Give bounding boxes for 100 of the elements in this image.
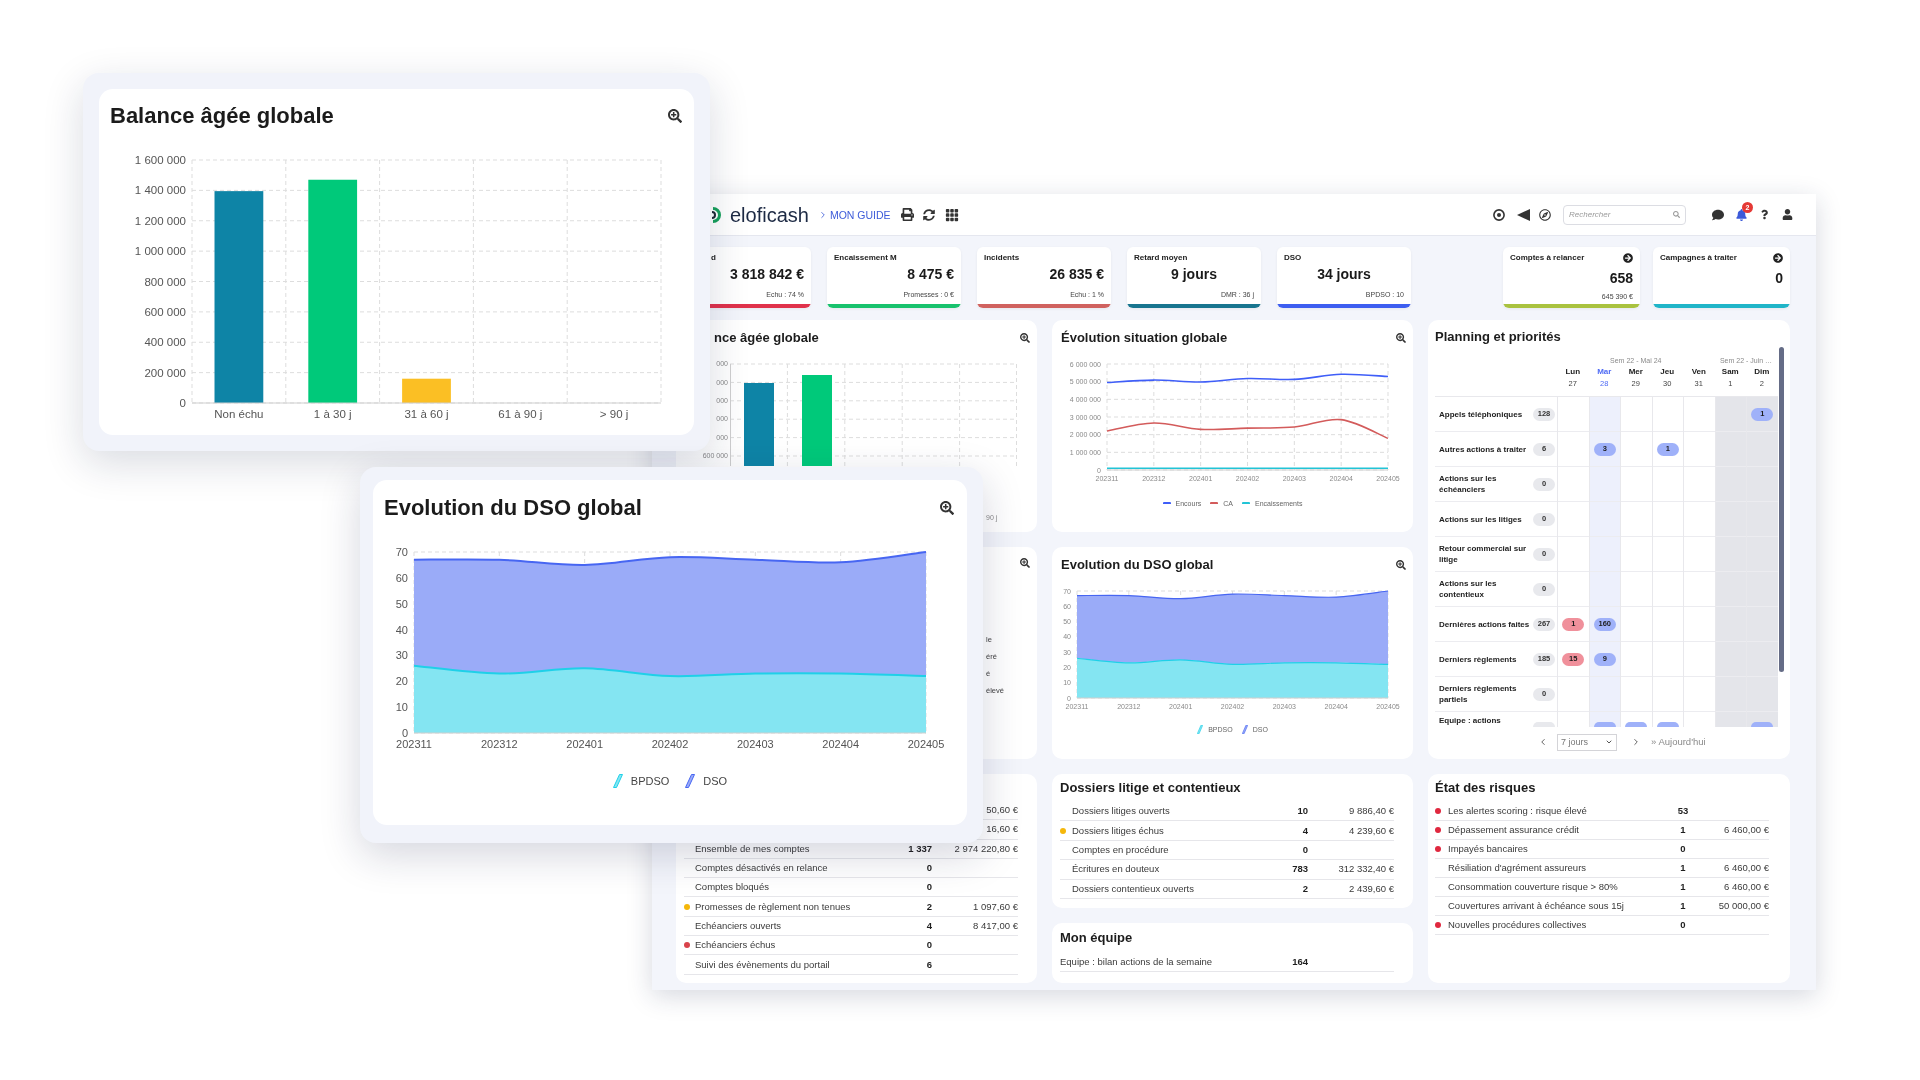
guide-link[interactable]: MON GUIDE bbox=[817, 208, 891, 221]
card-title: nce âgée globale bbox=[714, 329, 819, 348]
chevron-down-icon bbox=[1605, 738, 1613, 746]
kpi-value: 0 bbox=[1775, 269, 1783, 287]
row-label: Equipe : actions bbox=[1439, 715, 1501, 726]
axis-tick-label: 20 bbox=[395, 675, 408, 688]
axis-tick-label: 600 000 bbox=[144, 305, 186, 318]
row-label: Dossiers litiges échus bbox=[1072, 824, 1164, 837]
day-name: Ven bbox=[1691, 366, 1706, 378]
print-icon[interactable] bbox=[900, 208, 914, 221]
period-select[interactable]: 7 jours bbox=[1557, 733, 1617, 751]
axis-tick-label: 31 à 60 j bbox=[404, 408, 449, 421]
row-count: 2 bbox=[926, 900, 932, 913]
row-count: 0 bbox=[926, 862, 932, 875]
axis-tick-label: 202405 bbox=[907, 738, 945, 751]
grid-icon[interactable] bbox=[944, 207, 959, 222]
row-count: 164 bbox=[1292, 956, 1308, 969]
line-swatch-icon bbox=[1241, 501, 1250, 505]
legend-label: DSO bbox=[703, 774, 728, 788]
row-amount: 6 460,00 € bbox=[1724, 862, 1769, 874]
day-name: Mar bbox=[1597, 366, 1612, 378]
user-icon[interactable] bbox=[1782, 209, 1793, 220]
chat-icon[interactable] bbox=[1712, 208, 1724, 221]
row-amount: 1 097,60 € bbox=[973, 900, 1018, 913]
axis-tick-label: 40 bbox=[395, 623, 408, 636]
logo-text: eloficash bbox=[730, 202, 809, 227]
row-label: Actions sur les échéanciers bbox=[1439, 473, 1498, 495]
today-link[interactable]: » Aujourd'hui bbox=[1651, 736, 1706, 748]
row-label: Consommation couverture risque > 80% bbox=[1448, 881, 1618, 893]
row-label: Suivi des évènements du portail bbox=[695, 958, 830, 971]
legend-label: BPDSO bbox=[630, 774, 670, 788]
row-label: Dossiers litiges ouverts bbox=[1072, 805, 1170, 818]
day-name: Dim bbox=[1754, 366, 1770, 378]
zoom-in-icon[interactable] bbox=[1020, 558, 1030, 568]
target-icon[interactable] bbox=[1493, 208, 1505, 221]
compass-icon[interactable] bbox=[1539, 208, 1551, 221]
arrow-right-icon[interactable] bbox=[1623, 253, 1633, 263]
search-field[interactable]: Rechercher bbox=[1563, 204, 1686, 225]
row-count: 2 bbox=[1302, 882, 1308, 895]
row-label: Couvertures arrivant à échéance sous 15j bbox=[1448, 900, 1624, 912]
search-icon[interactable] bbox=[1673, 211, 1680, 218]
row-label: Comptes désactivés en relance bbox=[695, 862, 828, 875]
row-label: Retour commercial sur litige bbox=[1439, 543, 1528, 565]
previous-icon[interactable] bbox=[1538, 737, 1548, 747]
row-label: Dernières actions faites bbox=[1439, 618, 1530, 630]
scrollbar[interactable] bbox=[1778, 347, 1784, 672]
row-count: 4 bbox=[926, 919, 932, 932]
slanted-swatch-icon bbox=[1197, 724, 1204, 734]
bell-icon[interactable] bbox=[1736, 208, 1747, 221]
kpi-label: Comptes à relancer bbox=[1510, 253, 1585, 263]
axis-tick-label: > 90 j bbox=[599, 408, 629, 421]
bar bbox=[402, 378, 451, 403]
refresh-icon[interactable] bbox=[922, 208, 935, 221]
help-icon[interactable] bbox=[1761, 209, 1768, 220]
kpi-value: 658 bbox=[1609, 269, 1633, 287]
line-swatch-icon bbox=[1162, 501, 1171, 505]
next-icon[interactable] bbox=[1631, 737, 1641, 747]
arrow-right-icon[interactable] bbox=[1773, 253, 1783, 263]
row-amount: 50 000,00 € bbox=[1718, 900, 1769, 912]
zoom-in-icon[interactable] bbox=[668, 109, 682, 123]
row-amount: 9 886,40 € bbox=[1349, 805, 1394, 818]
axis-tick-label: 50 bbox=[395, 597, 408, 610]
kpi-value: 9 jours bbox=[1171, 265, 1217, 283]
row-label: Comptes en procédure bbox=[1072, 843, 1169, 856]
kpi-label: DSO bbox=[1284, 253, 1302, 263]
row-label: Dossiers contentieux ouverts bbox=[1072, 882, 1194, 895]
kpi-label: d bbox=[711, 253, 716, 263]
row-label: Echéanciers échus bbox=[695, 939, 776, 952]
row-label: Résiliation d'agrément assureurs bbox=[1448, 862, 1587, 874]
card-title: Planning et priorités bbox=[1435, 328, 1561, 347]
zoom-in-icon[interactable] bbox=[1020, 333, 1030, 343]
left-triangle-icon[interactable] bbox=[1517, 208, 1530, 221]
card-title: Balance âgée globale bbox=[110, 103, 334, 129]
axis-tick-label: 202402 bbox=[651, 738, 689, 751]
zoom-in-icon[interactable] bbox=[1396, 333, 1406, 343]
row-count: 783 bbox=[1292, 863, 1308, 876]
zoom-in-icon[interactable] bbox=[940, 501, 954, 515]
slanted-swatch-icon bbox=[612, 774, 623, 788]
kpi-value: 3 818 842 € bbox=[730, 265, 804, 283]
card-title: Evolution du DSO global bbox=[384, 495, 642, 521]
row-label: Actions sur les litiges bbox=[1439, 513, 1522, 525]
card-title: État des risques bbox=[1435, 779, 1536, 798]
kpi-label: Encaissement M bbox=[834, 253, 897, 263]
kpi-label: Retard moyen bbox=[1134, 253, 1188, 263]
axis-tick-label: 70 bbox=[395, 546, 408, 558]
kpi-value: 8 475 € bbox=[907, 265, 954, 283]
axis-tick-label: 30 bbox=[395, 649, 408, 662]
row-label: Comptes bloqués bbox=[695, 881, 769, 894]
row-label: Nouvelles procédures collectives bbox=[1448, 919, 1587, 931]
zoom-in-icon[interactable] bbox=[1396, 560, 1406, 570]
kpi-label: Campagnes à traiter bbox=[1660, 253, 1737, 263]
row-amount: 4 239,60 € bbox=[1349, 824, 1394, 837]
axis-tick-label: 10 bbox=[395, 701, 408, 714]
row-label: Écritures en douteux bbox=[1072, 863, 1160, 876]
axis-tick-label: 202311 bbox=[396, 738, 432, 751]
row-count: 1 337 bbox=[908, 842, 932, 855]
axis-tick-label: 1 000 000 bbox=[134, 245, 186, 258]
row-count: 1 bbox=[1680, 824, 1686, 836]
day-name: Sam bbox=[1721, 366, 1739, 378]
row-count: 0 bbox=[1302, 843, 1308, 856]
